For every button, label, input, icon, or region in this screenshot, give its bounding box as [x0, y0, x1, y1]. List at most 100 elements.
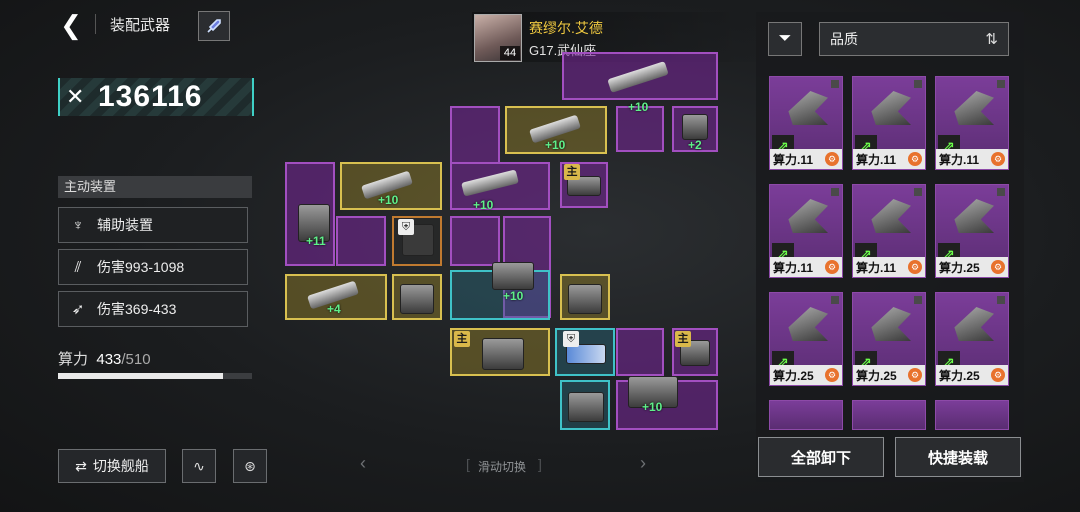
- capacity-text: 算力 433/510: [58, 348, 151, 369]
- gear-icon: ⚙: [825, 152, 839, 166]
- inventory-item[interactable]: ⇗ 算力.11 ⚙: [769, 184, 843, 278]
- slot-damage-1[interactable]: ⫽ 伤害993-1098: [58, 249, 248, 285]
- item-cost: 算力.25: [856, 368, 897, 383]
- upgrade-tag: +10: [628, 100, 649, 114]
- switch-ship-button[interactable]: ⇄ 切换舰船: [58, 449, 166, 483]
- target-button[interactable]: ⊛: [233, 449, 267, 483]
- grid-cell[interactable]: [450, 106, 500, 164]
- filter-button[interactable]: ⏷: [768, 22, 802, 56]
- bracket-left: [: [466, 456, 470, 472]
- corner-mark: [914, 188, 922, 196]
- unload-all-button[interactable]: 全部卸下: [758, 437, 884, 477]
- upgrade-tag: +10: [378, 193, 399, 207]
- sort-dropdown[interactable]: 品质 ⇅: [819, 22, 1009, 56]
- gear-icon: ⚙: [991, 368, 1005, 382]
- sort-arrows-icon: ⇅: [985, 31, 998, 48]
- item-cost: 算力.11: [773, 260, 814, 275]
- sort-label: 品质: [830, 31, 858, 47]
- item-cost: 算力.11: [939, 152, 980, 167]
- weapon-art: [954, 307, 994, 341]
- inventory-item[interactable]: ⇗ 算力.25 ⚙: [935, 292, 1009, 386]
- upgrade-tag: +11: [306, 234, 326, 248]
- grid-cell[interactable]: [450, 216, 500, 266]
- weapon-art: [788, 199, 828, 233]
- corner-mark: [997, 188, 1005, 196]
- grid-cell[interactable]: [336, 216, 386, 266]
- inventory-item[interactable]: ⇗ 算力.11 ⚙: [935, 76, 1009, 170]
- inventory-item[interactable]: ⇗ 算力.25 ⚙: [852, 292, 926, 386]
- page-title: 装配武器: [110, 17, 171, 34]
- upgrade-tag: +10: [503, 289, 524, 303]
- weapon-art: [954, 91, 994, 125]
- corner-mark: [831, 188, 839, 196]
- missile-icon: ➶: [71, 301, 85, 318]
- inventory-item[interactable]: ⇗ 算力.25 ⚙: [769, 292, 843, 386]
- corner-mark: [997, 296, 1005, 304]
- weapon-art: [871, 199, 911, 233]
- gear-icon: ⚙: [908, 368, 922, 382]
- rocket-button[interactable]: [198, 11, 230, 41]
- corner-mark: [914, 80, 922, 88]
- item-cost: 算力.11: [856, 260, 897, 275]
- item-cost: 算力.11: [856, 152, 897, 167]
- weapon-turret: [568, 284, 602, 314]
- gear-icon: ⚙: [991, 152, 1005, 166]
- bracket-right: ]: [538, 456, 542, 472]
- main-badge: 主: [675, 331, 691, 347]
- weapon-art: [954, 199, 994, 233]
- corner-mark: [997, 80, 1005, 88]
- grid-cell[interactable]: [616, 328, 664, 376]
- inventory-item[interactable]: ⇗ 算力.11 ⚙: [852, 184, 926, 278]
- slot-auxiliary[interactable]: ♆ 辅助装置: [58, 207, 248, 243]
- weapon-art: [788, 307, 828, 341]
- back-button[interactable]: ❮: [60, 10, 82, 40]
- weapon-cannon: [492, 262, 534, 290]
- weapon-turret: [400, 284, 434, 314]
- upgrade-tag: +10: [642, 400, 663, 414]
- main-badge: 主: [454, 331, 470, 347]
- wave-button[interactable]: ∿: [182, 449, 216, 483]
- pilot-name: 赛缪尔.艾德: [529, 20, 603, 36]
- upgrade-tag: +4: [327, 302, 341, 316]
- capacity-total: /510: [121, 351, 151, 368]
- gear-icon: ⚙: [825, 368, 839, 382]
- inventory-item[interactable]: [852, 400, 926, 430]
- main-badge: 主: [564, 164, 580, 180]
- switch-ship-label: 切换舰船: [92, 458, 149, 474]
- swipe-left-icon[interactable]: ‹: [360, 453, 366, 474]
- weapon-art: [871, 307, 911, 341]
- slot-label: 辅助装置: [97, 217, 153, 233]
- item-cost: 算力.11: [773, 152, 814, 167]
- crossed-swords-icon: ✕: [66, 84, 85, 109]
- inventory-item[interactable]: [935, 400, 1009, 430]
- upgrade-tag: +10: [473, 198, 494, 212]
- gear-icon: ⚙: [825, 260, 839, 274]
- slot-label: 伤害993-1098: [97, 259, 185, 275]
- corner-mark: [831, 296, 839, 304]
- weapon-art: [788, 91, 828, 125]
- item-cost: 算力.25: [773, 368, 814, 383]
- inventory-item[interactable]: ⇗ 算力.11 ⚙: [852, 76, 926, 170]
- corner-mark: [831, 80, 839, 88]
- inventory-item[interactable]: ⇗ 算力.11 ⚙: [769, 76, 843, 170]
- pilot-level: 44: [500, 46, 520, 60]
- gear-icon: ⚙: [908, 260, 922, 274]
- quick-equip-button[interactable]: 快捷装载: [895, 437, 1021, 477]
- shield-icon: ⛨: [563, 331, 579, 347]
- inventory-item[interactable]: ⇗ 算力.25 ⚙: [935, 184, 1009, 278]
- slot-damage-2[interactable]: ➶ 伤害369-433: [58, 291, 248, 327]
- capacity-used: 433: [96, 351, 122, 368]
- upgrade-tag: +2: [688, 138, 702, 152]
- swipe-right-icon[interactable]: ›: [640, 453, 646, 474]
- claw-icon: ⫽: [74, 258, 82, 276]
- chevron-left-icon: ❮: [60, 10, 82, 40]
- inventory-item[interactable]: [769, 400, 843, 430]
- shield-icon: ⛨: [398, 219, 414, 235]
- weapon-generator: [482, 338, 524, 370]
- combat-power-value: 136116: [98, 80, 203, 113]
- slot-label: 伤害369-433: [97, 301, 177, 317]
- capacity-bar-fill: [58, 373, 223, 379]
- weapon-blade: [682, 114, 708, 140]
- capacity-label: 算力: [58, 351, 89, 368]
- rocket-icon: [207, 19, 221, 33]
